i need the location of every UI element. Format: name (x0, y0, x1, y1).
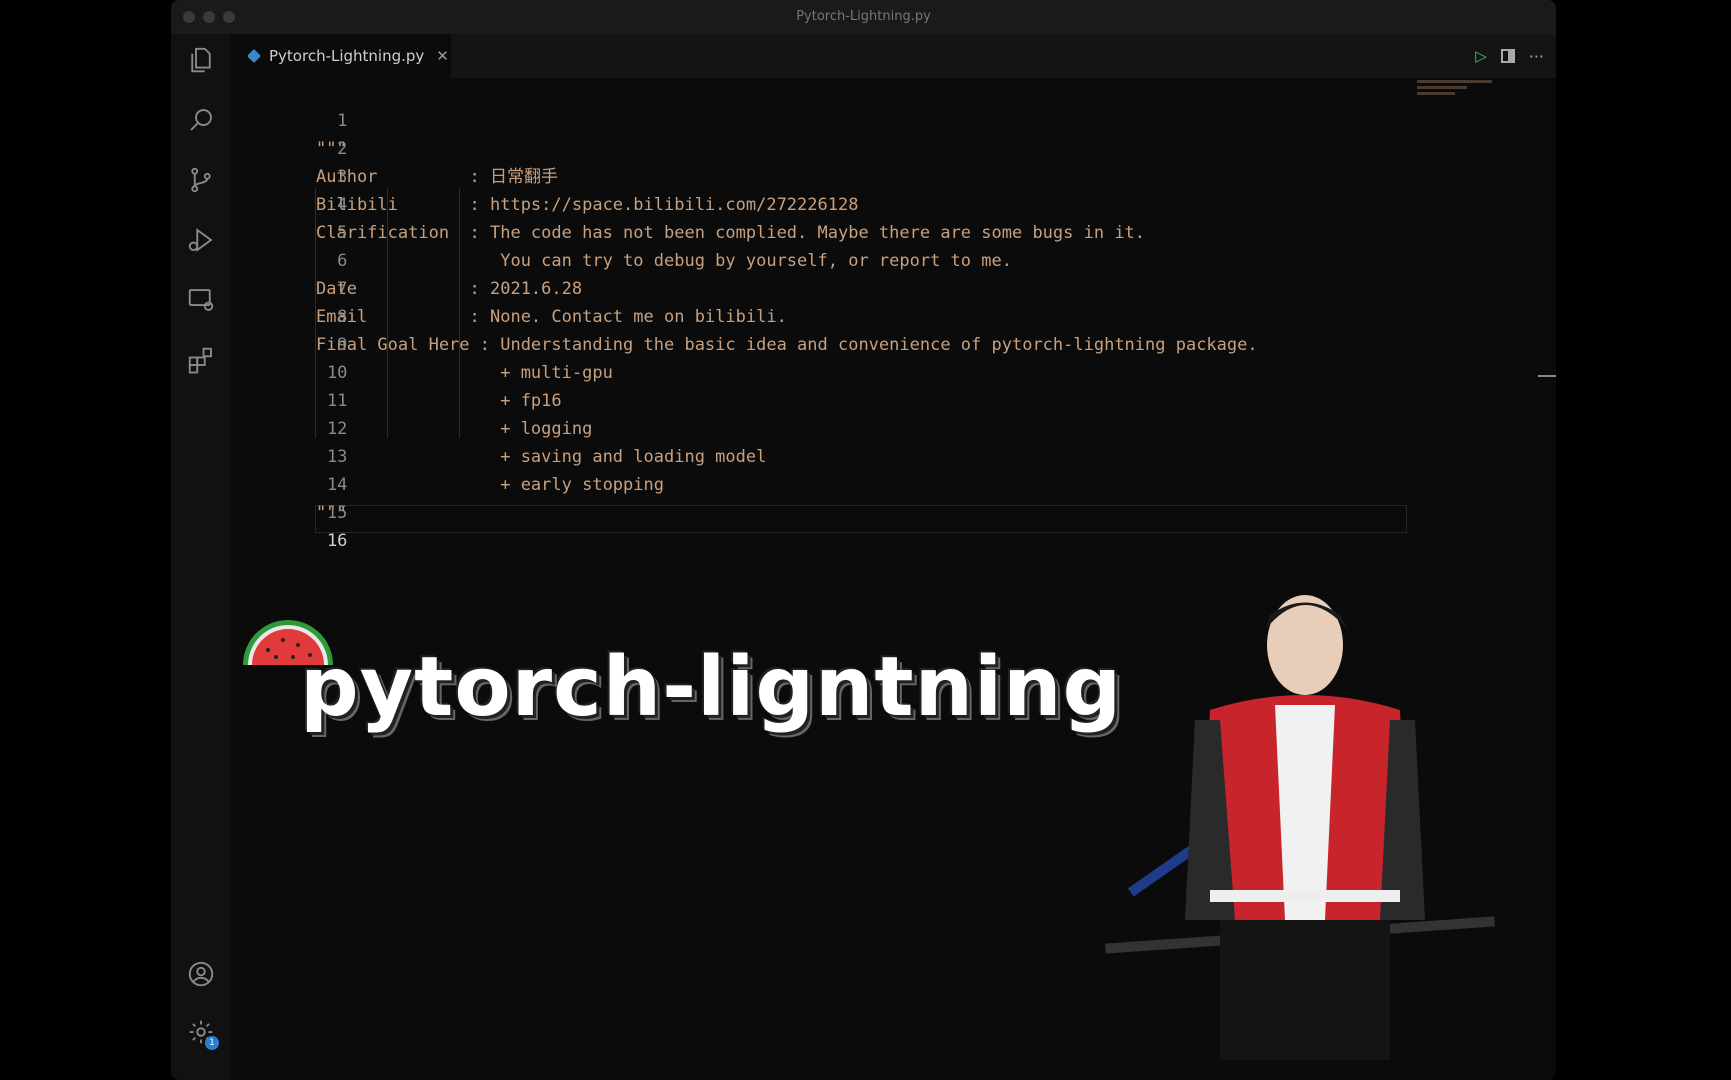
source-control-icon[interactable] (185, 164, 217, 196)
code-text[interactable]: Bilibili : https://space.bilibili.com/27… (316, 191, 858, 219)
line-number: 7 (337, 279, 348, 299)
code-line: 5 You can try to debug by yourself, or r… (231, 191, 1012, 271)
explorer-icon[interactable] (185, 44, 217, 76)
line-number: 14 (326, 475, 348, 495)
code-line: 11 + logging (231, 359, 592, 439)
code-text: You can try to debug by yourself, or rep… (316, 251, 1012, 271)
split-editor-icon[interactable] (1500, 49, 1515, 63)
code-text: + saving and loading model (316, 447, 767, 467)
code-text: + multi-gpu (316, 363, 613, 383)
remote-explorer-icon[interactable] (185, 284, 217, 316)
python-file-icon (246, 48, 262, 64)
line-number: 3 (337, 167, 348, 187)
line-number: 6 (337, 251, 348, 271)
search-icon[interactable] (185, 104, 217, 136)
account-icon[interactable] (185, 958, 217, 990)
code-line: 3 Bilibili : https://space.bilibili.com/… (231, 135, 858, 215)
code-line: 15 (231, 471, 347, 523)
line-number: 15 (326, 503, 348, 523)
code-line: 1 """ (231, 79, 347, 159)
minimize-window-button[interactable] (203, 11, 215, 23)
settings-badge: 1 (205, 1036, 219, 1050)
window-title: Pytorch-Lightning.py (796, 9, 931, 24)
vtuber-avatar (1105, 595, 1495, 1060)
maximize-window-button[interactable] (223, 11, 235, 23)
title-bar: Pytorch-Lightning.py (171, 0, 1556, 34)
code-line: 13 + early stopping (231, 415, 664, 495)
video-title-banner: pytorch-ligntning (300, 640, 1123, 735)
code-line: 14 """ (231, 443, 347, 523)
line-number: 10 (326, 363, 348, 383)
code-line: 10 + fp16 (231, 331, 562, 411)
editor-actions: ▷ ··· (1475, 34, 1544, 78)
line-number: 1 (337, 111, 348, 131)
code-text: Final Goal Here : Understanding the basi… (316, 335, 1258, 355)
line-number: 4 (337, 195, 348, 215)
code-text: Clarification : The code has not been co… (316, 223, 1146, 243)
code-text: Date : 2021.6.28 (316, 279, 583, 299)
code-line: 4 Clarification : The code has not been … (231, 163, 1145, 243)
current-line-highlight (315, 505, 1407, 533)
activity-bar: 1 (171, 34, 231, 1080)
extensions-icon[interactable] (185, 344, 217, 376)
code-text: + early stopping (316, 475, 664, 495)
code-text: Email : None. Contact me on bilibili. (316, 307, 787, 327)
tab-pytorch-lightning[interactable]: Pytorch-Lightning.py ✕ (231, 34, 451, 78)
code-line: 6 Date : 2021.6.28 (231, 219, 582, 299)
code-line: 7 Email : None. Contact me on bilibili. (231, 247, 787, 327)
code-line: 12 + saving and loading model (231, 387, 766, 467)
close-window-button[interactable] (183, 11, 195, 23)
line-number: 9 (337, 335, 348, 355)
code-line: 8 Final Goal Here : Understanding the ba… (231, 275, 1258, 355)
code-line: 9 + multi-gpu (231, 303, 613, 383)
run-python-file-icon[interactable]: ▷ (1475, 47, 1487, 65)
more-actions-icon[interactable]: ··· (1529, 47, 1544, 66)
line-number: 11 (326, 391, 348, 411)
code-line: 16 (231, 499, 347, 551)
close-tab-icon[interactable]: ✕ (436, 47, 449, 65)
line-number: 2 (337, 139, 348, 159)
minimap[interactable] (1417, 80, 1542, 116)
tab-bar: Pytorch-Lightning.py ✕ ▷ ··· (231, 34, 1556, 78)
line-number: 5 (337, 223, 348, 243)
code-text: + logging (316, 419, 593, 439)
code-text: Author : 日常翻手 (316, 167, 558, 187)
code-text: + fp16 (316, 391, 562, 411)
tab-label: Pytorch-Lightning.py (269, 47, 425, 65)
line-number: 8 (337, 307, 348, 327)
run-debug-icon[interactable] (185, 224, 217, 256)
scrollbar-marker[interactable] (1538, 375, 1556, 377)
line-number: 13 (326, 447, 348, 467)
code-line: 2 Author : 日常翻手 (231, 107, 558, 187)
line-number: 12 (326, 419, 348, 439)
settings-gear-icon[interactable]: 1 (185, 1016, 219, 1050)
line-number: 16 (326, 531, 348, 551)
